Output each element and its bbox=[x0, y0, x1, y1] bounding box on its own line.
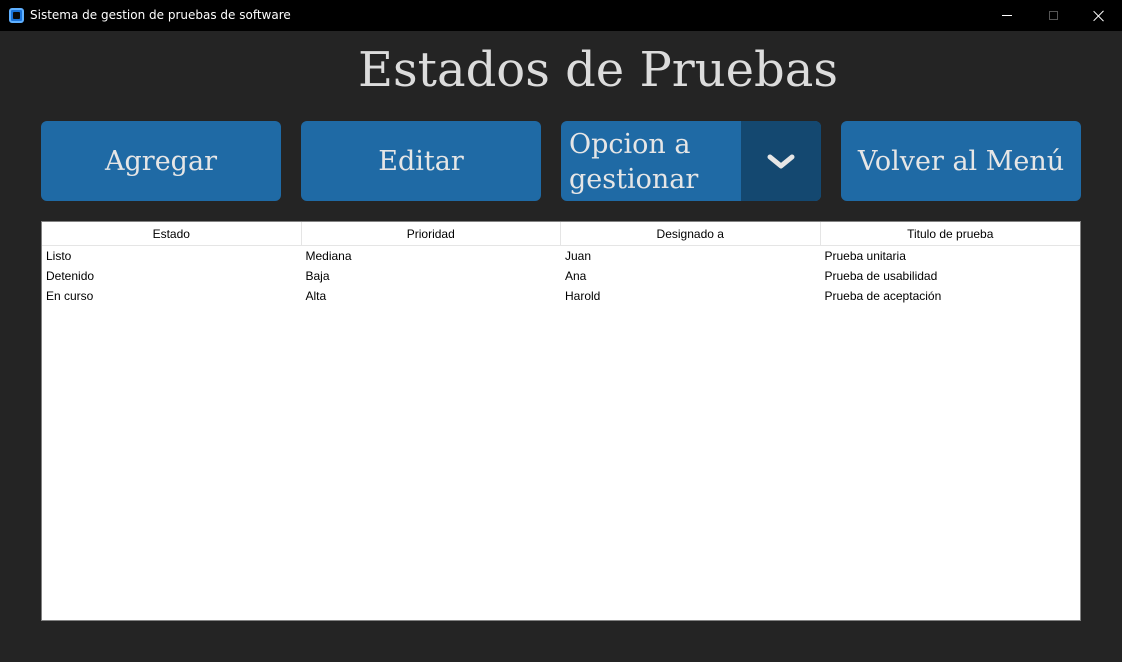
table-cell: Prueba unitaria bbox=[824, 249, 906, 263]
maximize-icon bbox=[1048, 11, 1058, 20]
tests-table[interactable]: Estado Prioridad Designado a Titulo de p… bbox=[41, 221, 1081, 621]
add-button[interactable]: Agregar bbox=[41, 121, 281, 201]
app-icon bbox=[9, 8, 24, 23]
column-header-estado[interactable]: Estado bbox=[42, 222, 302, 246]
table-cell: Juan bbox=[565, 249, 592, 263]
table-header: Estado Prioridad Designado a Titulo de p… bbox=[42, 222, 1080, 246]
table-cell: Listo bbox=[46, 249, 72, 263]
table-cell: Baja bbox=[305, 269, 330, 283]
app-window: Sistema de gestion de pruebas de softwar… bbox=[0, 0, 1122, 662]
column-header-prioridad[interactable]: Prioridad bbox=[301, 222, 561, 246]
close-button[interactable] bbox=[1076, 0, 1122, 31]
minimize-button[interactable] bbox=[984, 0, 1030, 31]
window-title: Sistema de gestion de pruebas de softwar… bbox=[30, 8, 291, 22]
table-cell: Harold bbox=[565, 289, 601, 303]
column-header-titulo[interactable]: Titulo de prueba bbox=[820, 222, 1080, 246]
table-row[interactable]: Listo Mediana Juan Prueba unitaria bbox=[42, 246, 1080, 266]
table-row[interactable]: En curso Alta Harold Prueba de aceptació… bbox=[42, 286, 1080, 306]
table-cell: Alta bbox=[305, 289, 327, 303]
minimize-icon bbox=[1002, 15, 1012, 16]
back-to-menu-button[interactable]: Volver al Menú bbox=[841, 121, 1081, 201]
table-cell: Ana bbox=[565, 269, 587, 283]
close-icon bbox=[1093, 10, 1105, 22]
table-cell: En curso bbox=[46, 289, 94, 303]
column-header-designado[interactable]: Designado a bbox=[561, 222, 821, 246]
combobox-value[interactable]: Opcion a gestionar bbox=[569, 127, 739, 197]
table-cell: Prueba de aceptación bbox=[824, 289, 942, 303]
manage-option-combobox[interactable]: Opcion a gestionar bbox=[561, 121, 821, 201]
table-cell: Prueba de usabilidad bbox=[824, 269, 938, 283]
combobox-dropdown-button[interactable] bbox=[741, 121, 821, 201]
edit-button[interactable]: Editar bbox=[301, 121, 541, 201]
chevron-down-icon bbox=[767, 154, 795, 169]
table-cell: Detenido bbox=[46, 269, 95, 283]
maximize-button[interactable] bbox=[1030, 0, 1076, 31]
table-body: Listo Mediana Juan Prueba unitaria Deten… bbox=[42, 246, 1080, 306]
table-cell: Mediana bbox=[305, 249, 352, 263]
table-row[interactable]: Detenido Baja Ana Prueba de usabilidad bbox=[42, 266, 1080, 286]
title-bar[interactable]: Sistema de gestion de pruebas de softwar… bbox=[0, 0, 1122, 31]
page-title: Estados de Pruebas bbox=[357, 42, 839, 98]
